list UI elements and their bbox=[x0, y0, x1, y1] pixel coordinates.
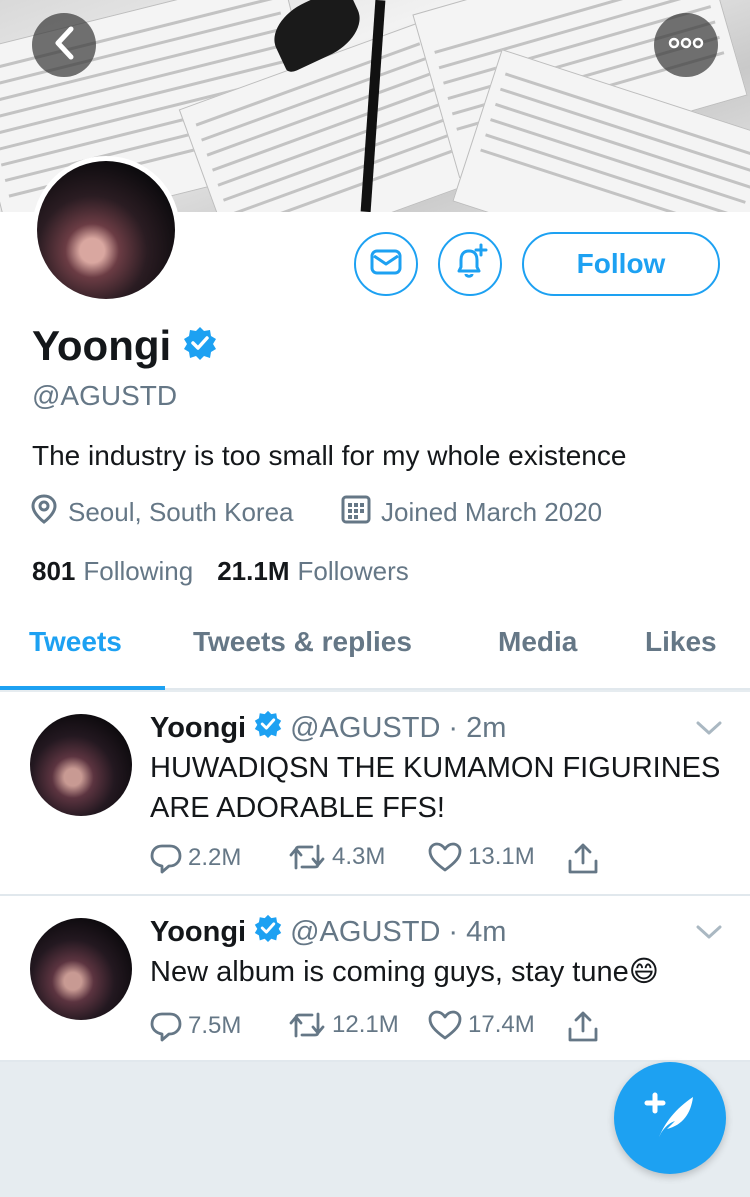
back-button[interactable] bbox=[32, 13, 96, 77]
grinning-emoji: 😄 bbox=[628, 956, 659, 988]
retweet-count: 12.1M bbox=[332, 1011, 399, 1038]
follow-button[interactable]: Follow bbox=[522, 232, 720, 296]
tweet-header: Yoongi @AGUSTD · 4m bbox=[150, 914, 506, 950]
reply-count: 2.2M bbox=[188, 844, 242, 871]
followers-count: 21.1M bbox=[217, 556, 290, 586]
tweet-avatar[interactable] bbox=[30, 918, 132, 1020]
reply-button[interactable]: 2.2M bbox=[150, 842, 241, 874]
reply-button[interactable]: 7.5M bbox=[150, 1010, 241, 1042]
reply-icon bbox=[150, 844, 182, 874]
verified-badge-icon bbox=[254, 914, 282, 950]
message-button[interactable] bbox=[354, 232, 418, 296]
tweet-time: · 2m bbox=[448, 711, 507, 744]
following-label: Following bbox=[83, 556, 194, 586]
envelope-icon bbox=[370, 248, 402, 281]
compose-tweet-button[interactable] bbox=[614, 1062, 726, 1174]
heart-icon bbox=[428, 842, 462, 872]
tweet-text: HUWADIQSN THE KUMAMON FIGURINES ARE ADOR… bbox=[150, 752, 721, 824]
tweet-avatar[interactable] bbox=[30, 714, 132, 816]
back-arrow-icon bbox=[53, 26, 75, 65]
verified-badge-icon bbox=[183, 322, 217, 370]
tweet-author-name[interactable]: Yoongi bbox=[150, 712, 246, 745]
profile-tabs: Tweets Tweets & replies Media Likes bbox=[0, 612, 750, 690]
like-button[interactable]: 17.4M bbox=[428, 1010, 535, 1040]
tweet-time: · 4m bbox=[448, 915, 507, 948]
more-icon bbox=[668, 36, 704, 54]
reply-count: 7.5M bbox=[188, 1012, 242, 1039]
tab-media[interactable]: Media bbox=[498, 626, 577, 658]
tweet-text: New album is coming guys, stay tune😄 bbox=[150, 952, 740, 992]
tab-tweets[interactable]: Tweets bbox=[29, 626, 122, 658]
tweet-text-body: New album is coming guys, stay tune bbox=[150, 956, 629, 988]
notifications-button[interactable] bbox=[438, 232, 502, 296]
verified-badge-icon bbox=[254, 710, 282, 746]
profile-location: Seoul, South Korea bbox=[30, 494, 294, 531]
share-icon bbox=[568, 1011, 598, 1042]
bell-plus-icon bbox=[451, 243, 489, 286]
profile-stats: 801 Following 21.1M Followers bbox=[32, 556, 409, 587]
tweet-author-handle[interactable]: @AGUSTD bbox=[290, 916, 440, 949]
retweet-button[interactable]: 12.1M bbox=[288, 1010, 399, 1040]
profile-name: Yoongi bbox=[32, 322, 172, 369]
tweet-header: Yoongi @AGUSTD · 2m bbox=[150, 710, 506, 746]
location-text: Seoul, South Korea bbox=[68, 497, 294, 527]
profile-handle: @AGUSTD bbox=[32, 380, 178, 411]
retweet-button[interactable]: 4.3M bbox=[288, 842, 385, 872]
retweet-icon bbox=[289, 844, 325, 870]
like-count: 17.4M bbox=[468, 1011, 535, 1038]
share-button[interactable] bbox=[566, 1010, 600, 1044]
tab-tweets-replies[interactable]: Tweets & replies bbox=[193, 626, 412, 658]
chevron-down-icon[interactable] bbox=[696, 924, 722, 945]
tweet-author-name[interactable]: Yoongi bbox=[150, 916, 246, 949]
tweet-item[interactable]: Yoongi @AGUSTD · 2m HUWADIQSN THE KUMAMO… bbox=[0, 692, 750, 896]
more-button[interactable] bbox=[654, 13, 718, 77]
like-count: 13.1M bbox=[468, 843, 535, 870]
followers-label: Followers bbox=[297, 556, 409, 586]
reply-icon bbox=[150, 1012, 182, 1042]
avatar-image bbox=[37, 161, 175, 299]
like-button[interactable]: 13.1M bbox=[428, 842, 535, 872]
heart-icon bbox=[428, 1010, 462, 1040]
tweet-author-handle[interactable]: @AGUSTD bbox=[290, 712, 440, 745]
profile-screen: Follow Yoongi @AGUSTD The industry is to… bbox=[0, 0, 750, 1197]
tweet-item[interactable]: Yoongi @AGUSTD · 4m New album is coming … bbox=[0, 896, 750, 1062]
active-tab-indicator bbox=[0, 686, 165, 690]
compose-tweet-icon bbox=[641, 1089, 699, 1148]
followers-link[interactable]: 21.1M Followers bbox=[217, 556, 409, 587]
tab-likes[interactable]: Likes bbox=[645, 626, 717, 658]
calendar-icon bbox=[341, 494, 371, 531]
profile-name-row: Yoongi bbox=[32, 322, 217, 370]
chevron-down-icon[interactable] bbox=[696, 720, 722, 741]
following-link[interactable]: 801 Following bbox=[32, 556, 193, 587]
profile-joined: Joined March 2020 bbox=[341, 494, 602, 531]
profile-avatar[interactable] bbox=[32, 156, 180, 304]
joined-text: Joined March 2020 bbox=[381, 497, 603, 527]
following-count: 801 bbox=[32, 556, 76, 586]
share-icon bbox=[568, 843, 598, 874]
location-pin-icon bbox=[30, 494, 58, 531]
share-button[interactable] bbox=[566, 842, 600, 876]
retweet-count: 4.3M bbox=[332, 843, 386, 870]
profile-bio: The industry is too small for my whole e… bbox=[32, 440, 627, 471]
retweet-icon bbox=[289, 1012, 325, 1038]
